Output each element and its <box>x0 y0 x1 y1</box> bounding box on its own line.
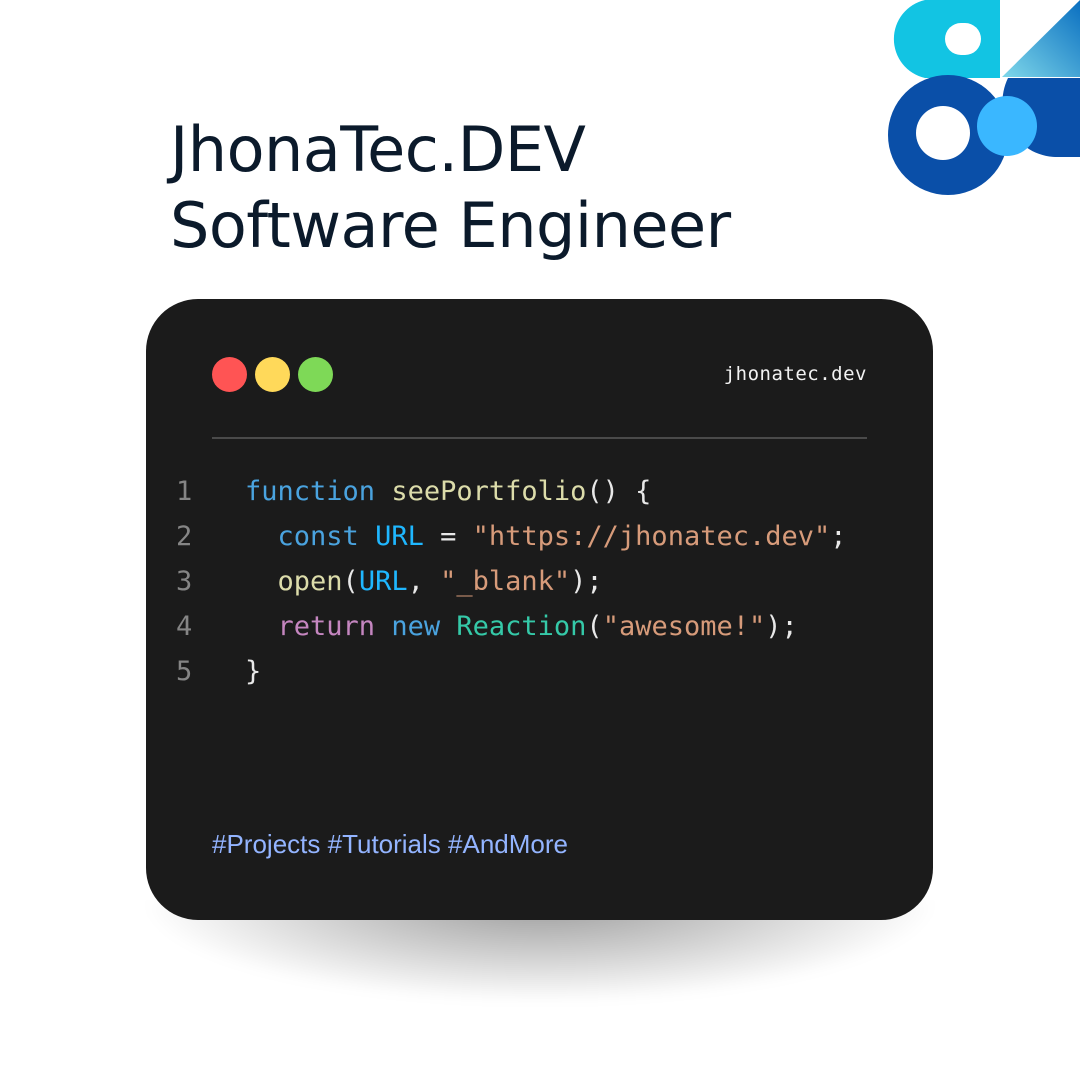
code-token: return <box>277 611 376 642</box>
line-number: 5 <box>176 656 193 687</box>
line-number: 2 <box>176 521 193 552</box>
code-token: "_blank" <box>440 566 571 597</box>
minimize-button[interactable] <box>255 357 290 392</box>
line-number: 3 <box>176 566 193 597</box>
code-token: ); <box>570 566 603 597</box>
brand-logo <box>888 0 1080 195</box>
logo-triangle <box>1002 0 1080 77</box>
line-number: 4 <box>176 611 193 642</box>
window-divider <box>212 437 867 439</box>
hashtags: #Projects #Tutorials #AndMore <box>212 829 568 859</box>
code-line: 5} <box>176 649 847 694</box>
code-token: = <box>423 521 473 552</box>
code-line: 1 function seePortfolio() { <box>176 469 847 514</box>
code-token: new <box>391 611 441 642</box>
code-token: () { <box>586 476 652 507</box>
code-window: jhonatec.dev 1 function seePortfolio() {2… <box>146 299 933 920</box>
code-token: ; <box>830 521 847 552</box>
code-content: return new Reaction("awesome!"); <box>245 604 798 649</box>
code-token: Reaction <box>456 611 587 642</box>
code-line: 4 return new Reaction("awesome!"); <box>176 604 847 649</box>
code-token: function <box>245 476 376 507</box>
logo-navy-hole <box>916 106 970 160</box>
code-token: URL <box>358 566 408 597</box>
code-line: 2 const URL = "https://jhonatec.dev"; <box>176 514 847 559</box>
code-content: open(URL, "_blank"); <box>245 559 603 604</box>
logo-cyan-hole <box>945 23 981 55</box>
code-block: 1 function seePortfolio() {2 const URL = … <box>176 469 847 694</box>
code-token: ( <box>586 611 603 642</box>
window-controls <box>212 357 333 392</box>
code-token: seePortfolio <box>391 476 587 507</box>
code-line: 3 open(URL, "_blank"); <box>176 559 847 604</box>
title-line-role: Software Engineer <box>170 189 731 262</box>
line-number: 1 <box>176 476 193 507</box>
code-token: } <box>245 656 262 687</box>
code-token: open <box>277 566 343 597</box>
page-title: JhonaTec.DEV Software Engineer <box>170 112 731 264</box>
code-token: ); <box>765 611 798 642</box>
window-domain-label: jhonatec.dev <box>723 363 867 385</box>
maximize-button[interactable] <box>298 357 333 392</box>
code-token: , <box>407 566 441 597</box>
code-token: const <box>277 521 359 552</box>
code-content: function seePortfolio() { <box>245 469 651 514</box>
code-token: "awesome!" <box>602 611 766 642</box>
code-token: URL <box>375 521 424 552</box>
close-button[interactable] <box>212 357 247 392</box>
code-token: "https://jhonatec.dev" <box>472 521 831 552</box>
code-token: ( <box>342 566 359 597</box>
code-content: const URL = "https://jhonatec.dev"; <box>245 514 847 559</box>
title-line-brand: JhonaTec.DEV <box>170 113 586 186</box>
page: JhonaTec.DEV Software Engineer jhonatec.… <box>0 0 1080 1080</box>
logo-light-blue-circle <box>977 96 1037 156</box>
code-content: } <box>245 649 261 694</box>
